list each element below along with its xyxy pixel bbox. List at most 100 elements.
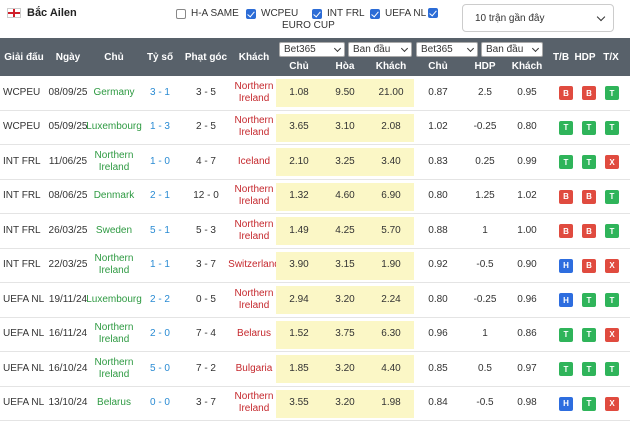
table-row[interactable]: INT FRL 08/06/25 Denmark 2 - 1 12 - 0 No… bbox=[0, 179, 630, 214]
cell-odds-away: 3.40 bbox=[381, 155, 401, 167]
cell-home-team[interactable]: Belarus bbox=[88, 387, 140, 421]
table-row[interactable]: UEFA NL 16/11/24 Northern Ireland 2 - 0 … bbox=[0, 317, 630, 352]
cell-odds-away: 2.24 bbox=[381, 293, 401, 305]
cell-away-team[interactable]: Iceland bbox=[232, 145, 276, 179]
cell-score[interactable]: 2 - 0 bbox=[140, 318, 180, 352]
filter-int-frl[interactable]: INT FRL bbox=[312, 8, 365, 19]
last-matches-select[interactable]: 10 trận gần đây bbox=[462, 4, 614, 32]
col-date: Ngày bbox=[55, 51, 81, 63]
table-row[interactable]: WCPEU 05/09/25 Luxembourg 1 - 3 2 - 5 No… bbox=[0, 110, 630, 145]
filter-uefa-nl[interactable]: UEFA NL bbox=[370, 8, 426, 19]
cell-home-team[interactable]: Northern Ireland bbox=[88, 249, 140, 283]
cell-corner: 5 - 3 bbox=[195, 224, 216, 236]
cell-score[interactable]: 2 - 1 bbox=[140, 180, 180, 214]
cell-odds-draw: 3.25 bbox=[335, 155, 355, 167]
cell-league: WCPEU bbox=[3, 121, 41, 133]
cell-away-team[interactable]: Northern Ireland bbox=[232, 214, 276, 248]
cell-odds-away: 4.40 bbox=[381, 362, 401, 374]
cell-score[interactable]: 1 - 3 bbox=[140, 111, 180, 145]
chevron-down-icon bbox=[596, 12, 606, 22]
cell-away-team[interactable]: Northern Ireland bbox=[232, 387, 276, 421]
cell-home-team[interactable]: Luxembourg bbox=[86, 283, 142, 317]
cell-home-team[interactable]: Northern Ireland bbox=[88, 318, 140, 352]
col-hdp-line: HDP bbox=[474, 60, 496, 72]
cell-home-team[interactable]: Germany bbox=[88, 76, 140, 110]
cell-away-team[interactable]: Northern Ireland bbox=[232, 180, 276, 214]
cell-away-team[interactable]: Northern Ireland bbox=[232, 111, 276, 145]
cell-hdp-home: 0.80 bbox=[428, 293, 448, 305]
cell-away-team[interactable]: Bulgaria bbox=[232, 352, 276, 386]
odds-bookmaker-select[interactable]: Bet365 bbox=[279, 42, 345, 57]
checkbox-int-frl[interactable] bbox=[312, 8, 322, 19]
checkbox-h-a-same[interactable] bbox=[176, 8, 186, 19]
cell-date: 19/11/24 bbox=[48, 293, 88, 305]
table-row[interactable]: UEFA NL 16/10/24 Northern Ireland 5 - 0 … bbox=[0, 352, 630, 387]
result-badge-hdp: T bbox=[582, 362, 596, 376]
cell-away-team[interactable]: Northern Ireland bbox=[232, 283, 276, 317]
cell-score[interactable]: 1 - 1 bbox=[140, 249, 180, 283]
cell-away-team[interactable]: Switzerland bbox=[228, 249, 280, 283]
col-corner: Phạt góc bbox=[184, 51, 228, 63]
cell-corner: 0 - 5 bbox=[195, 293, 216, 305]
team-header: Bắc Ailen bbox=[7, 7, 77, 19]
col-odds-away: Khách bbox=[375, 60, 407, 72]
result-badge-tb: T bbox=[559, 327, 573, 342]
cell-score[interactable]: 3 - 1 bbox=[140, 76, 180, 110]
cell-score[interactable]: 5 - 1 bbox=[140, 214, 180, 248]
table-row[interactable]: UEFA NL 13/10/24 Belarus 0 - 0 3 - 7 Nor… bbox=[0, 386, 630, 421]
table-row[interactable]: INT FRL 26/03/25 Sweden 5 - 1 5 - 3 Nort… bbox=[0, 214, 630, 249]
col-hdp-result: HDP bbox=[574, 51, 596, 63]
checkbox-euro-cup[interactable] bbox=[428, 8, 438, 18]
checkbox-uefa-nl[interactable] bbox=[370, 8, 380, 19]
col-home: Chủ bbox=[104, 51, 124, 63]
chevron-down-icon bbox=[531, 44, 540, 53]
col-hdp-away: Khách bbox=[511, 60, 543, 72]
cell-score[interactable]: 0 - 0 bbox=[140, 387, 180, 421]
col-score: Tỷ số bbox=[146, 51, 174, 63]
result-badge-tx: X bbox=[605, 327, 619, 342]
cell-home-team[interactable]: Northern Ireland bbox=[88, 352, 140, 386]
table-row[interactable]: INT FRL 22/03/25 Northern Ireland 1 - 1 … bbox=[0, 248, 630, 283]
odds-type-select[interactable]: Ban đầu bbox=[348, 42, 412, 57]
cell-odds-away: 5.70 bbox=[381, 224, 401, 236]
cell-odds-home: 1.08 bbox=[289, 86, 309, 98]
cell-league: UEFA NL bbox=[3, 397, 45, 409]
cell-odds-home: 3.65 bbox=[289, 121, 309, 133]
result-badge-tx: X bbox=[605, 396, 619, 411]
cell-away-team[interactable]: Belarus bbox=[232, 318, 276, 352]
hdp-type-select[interactable]: Ban đầu bbox=[481, 42, 543, 57]
cell-odds-draw: 9.50 bbox=[335, 86, 355, 98]
cell-hdp-home: 0.96 bbox=[428, 328, 448, 340]
result-badge-hdp: T bbox=[582, 327, 596, 342]
hdp-bookmaker-select[interactable]: Bet365 bbox=[416, 42, 478, 57]
filter-wcpeu[interactable]: WCPEU bbox=[246, 8, 298, 19]
cell-home-team[interactable]: Sweden bbox=[88, 214, 140, 248]
cell-away-team[interactable]: Northern Ireland bbox=[232, 76, 276, 110]
cell-hdp-line: -0.5 bbox=[476, 397, 494, 409]
result-badge-tb: H bbox=[559, 396, 573, 411]
cell-home-team[interactable]: Denmark bbox=[88, 180, 140, 214]
filter-h-a-same[interactable]: H-A SAME bbox=[176, 8, 239, 19]
result-badge-tb: B bbox=[559, 224, 573, 238]
checkbox-wcpeu[interactable] bbox=[246, 8, 256, 19]
cell-odds-home: 2.94 bbox=[289, 293, 309, 305]
cell-odds-home: 1.49 bbox=[289, 224, 309, 236]
table-row[interactable]: WCPEU 08/09/25 Germany 3 - 1 3 - 5 North… bbox=[0, 76, 630, 111]
cell-date: 08/06/25 bbox=[48, 190, 88, 202]
cell-score[interactable]: 5 - 0 bbox=[140, 352, 180, 386]
filter-label-euro-cup: EURO CUP bbox=[282, 20, 335, 31]
cell-odds-draw: 3.15 bbox=[335, 259, 355, 271]
table-row[interactable]: INT FRL 11/06/25 Northern Ireland 1 - 0 … bbox=[0, 145, 630, 180]
result-badge-tx: T bbox=[605, 189, 619, 204]
cell-home-team[interactable]: Luxembourg bbox=[86, 111, 142, 145]
filter-euro-cup[interactable] bbox=[428, 8, 443, 18]
hdp-bookmaker-value: Bet365 bbox=[421, 44, 453, 55]
cell-score[interactable]: 1 - 0 bbox=[140, 145, 180, 179]
table-row[interactable]: UEFA NL 19/11/24 Luxembourg 2 - 2 0 - 5 … bbox=[0, 283, 630, 318]
cell-hdp-home: 0.83 bbox=[428, 155, 448, 167]
cell-score[interactable]: 2 - 2 bbox=[140, 283, 180, 317]
cell-hdp-away: 0.80 bbox=[517, 121, 537, 133]
cell-hdp-away: 1.02 bbox=[517, 190, 537, 202]
cell-hdp-home: 0.80 bbox=[428, 190, 448, 202]
cell-home-team[interactable]: Northern Ireland bbox=[88, 145, 140, 179]
